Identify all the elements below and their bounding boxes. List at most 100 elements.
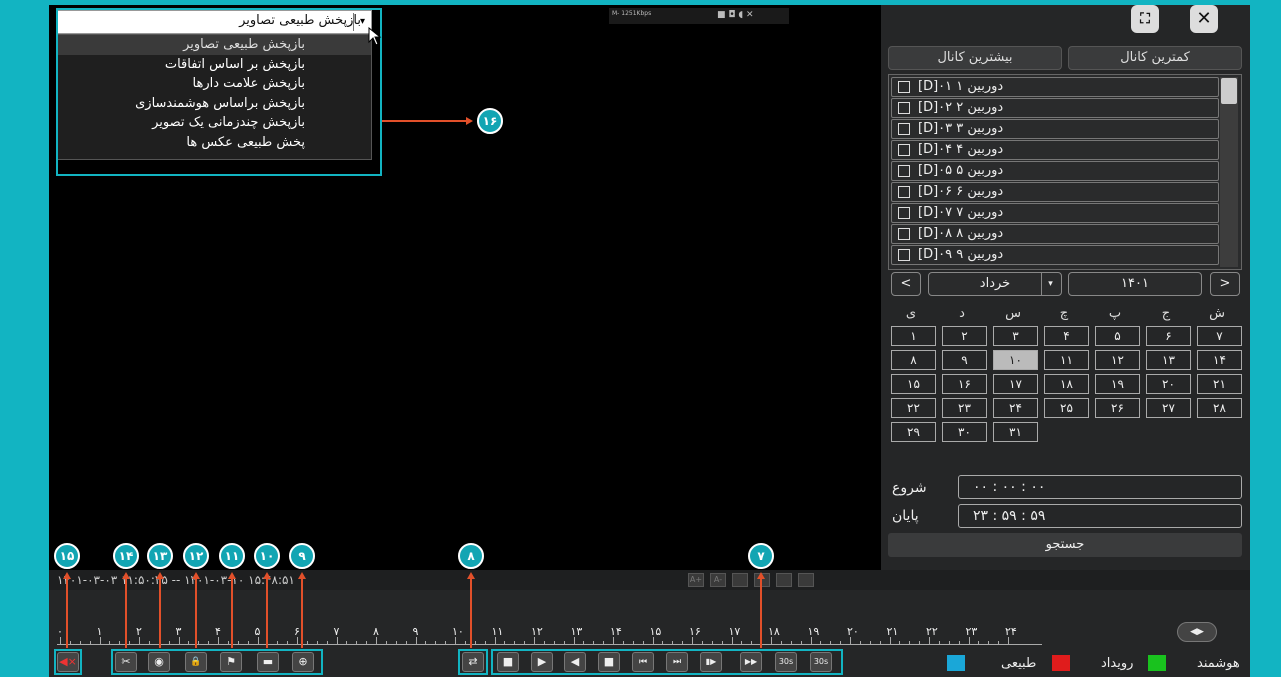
calendar-day[interactable]: ۸ [891, 350, 936, 370]
zoom-in-icon[interactable]: A+ [688, 573, 704, 587]
calendar-day[interactable]: ۱۹ [1095, 374, 1140, 394]
zoom-out-icon[interactable]: A- [710, 573, 726, 587]
zoom-icon[interactable]: ⊕ [292, 652, 314, 672]
calendar-day[interactable]: ۳۰ [942, 422, 987, 442]
legend-normal-swatch [947, 655, 965, 671]
channel-row[interactable]: [D]۰۳ دوربین ۳ [891, 119, 1219, 139]
tick-major [573, 637, 575, 644]
calendar-day[interactable]: ۱۷ [993, 374, 1038, 394]
tick-label: ۲۱ [886, 625, 899, 638]
channel-row[interactable]: [D]۰۲ دوربین ۲ [891, 98, 1219, 118]
stop-icon[interactable]: ■ [598, 652, 620, 672]
start-label: شروع [892, 480, 927, 496]
sync-icon[interactable]: ⇄ [462, 652, 484, 672]
checkbox[interactable] [898, 186, 910, 198]
scroll-thumb[interactable] [1221, 78, 1237, 104]
calendar-day[interactable]: ۱۲ [1095, 350, 1140, 370]
prev-month-button[interactable]: < [891, 272, 921, 296]
grid-icon[interactable] [732, 573, 748, 587]
calendar-day[interactable]: ۲۳ [942, 398, 987, 418]
calendar-day[interactable]: ۳ [993, 326, 1038, 346]
next-icon[interactable]: ⏭ [666, 652, 688, 672]
checkbox[interactable] [898, 228, 910, 240]
checkbox[interactable] [898, 102, 910, 114]
channel-row[interactable]: [D]۰۴ دوربین ۴ [891, 140, 1219, 160]
lock-icon[interactable]: 🔒 [185, 652, 207, 672]
next-month-button[interactable]: > [1210, 272, 1240, 296]
max-channel-button[interactable]: بیشترین کانال [888, 46, 1062, 70]
back-30s-icon[interactable]: 30s [775, 652, 797, 672]
marker-14: ۱۴ [113, 543, 139, 569]
grid-icon[interactable] [798, 573, 814, 587]
tick-label: ۲۴ [1005, 625, 1017, 638]
calendar-day[interactable]: ۲۸ [1197, 398, 1242, 418]
start-time-field[interactable]: ۰۰ : ۰۰ : ۰۰ [958, 475, 1242, 499]
channel-row[interactable]: [D]۰۹ دوربین ۹ [891, 245, 1219, 265]
channel-row[interactable]: [D]۰۱ دوربین ۱ [891, 77, 1219, 97]
channel-row[interactable]: [D]۰۷ دوربین ۷ [891, 203, 1219, 223]
calendar-day[interactable]: ۲۶ [1095, 398, 1140, 418]
tick-major [218, 637, 219, 644]
cut-icon[interactable]: ✂ [115, 652, 137, 672]
arrow [159, 578, 161, 648]
stop-all-icon[interactable]: ■ [497, 652, 519, 672]
marker-7: ۷ [748, 543, 774, 569]
channel-scrollbar[interactable] [1220, 77, 1238, 267]
tick-major [178, 637, 180, 644]
end-time-field[interactable]: ۲۳ : ۵۹ : ۵۹ [958, 504, 1242, 528]
chevron-down-icon[interactable]: ▾ [1041, 273, 1059, 295]
calendar-day[interactable]: ۲۵ [1044, 398, 1089, 418]
timeline-nav-icon[interactable]: ◀▶ [1177, 622, 1217, 642]
checkbox[interactable] [898, 207, 910, 219]
calendar-day[interactable]: ۱۵ [891, 374, 936, 394]
calendar-day[interactable]: ۲۰ [1146, 374, 1191, 394]
calendar-day[interactable]: ۲۹ [891, 422, 936, 442]
mute-icon[interactable]: ◀× [57, 652, 79, 672]
min-channel-button[interactable]: کمترین کانال [1068, 46, 1242, 70]
calendar-day[interactable]: ۱۴ [1197, 350, 1242, 370]
calendar-day[interactable]: ۲۴ [993, 398, 1038, 418]
reverse-icon[interactable]: ◀ [564, 652, 586, 672]
calendar-day[interactable]: ۱۶ [942, 374, 987, 394]
calendar-day[interactable]: ۲ [942, 326, 987, 346]
previous-icon[interactable]: ⏮ [632, 652, 654, 672]
month-select[interactable]: خرداد ▾ [928, 272, 1062, 296]
calendar-day[interactable]: ۴ [1044, 326, 1089, 346]
calendar-day[interactable]: ۵ [1095, 326, 1140, 346]
calendar-day[interactable]: ۱۱ [1044, 350, 1089, 370]
forward-30s-icon[interactable]: 30s [810, 652, 832, 672]
calendar-day[interactable]: ۳۱ [993, 422, 1038, 442]
search-button[interactable]: جستجو [888, 533, 1242, 557]
checkbox[interactable] [898, 165, 910, 177]
checkbox[interactable] [898, 144, 910, 156]
calendar-day[interactable]: ۱ [891, 326, 936, 346]
camera-icon[interactable]: ◉ [148, 652, 170, 672]
play-icon[interactable]: ▶ [531, 652, 553, 672]
fast-forward-icon[interactable]: ▶▶ [740, 652, 762, 672]
calendar-day[interactable]: ۹ [942, 350, 987, 370]
fullscreen-icon[interactable]: ⛶ [1131, 5, 1159, 33]
tick-major [929, 637, 930, 644]
checkbox[interactable] [898, 123, 910, 135]
grid-icon[interactable] [776, 573, 792, 587]
channel-row[interactable]: [D]۰۵ دوربین ۵ [891, 161, 1219, 181]
checkbox[interactable] [898, 81, 910, 93]
calendar-day[interactable]: ۱۸ [1044, 374, 1089, 394]
step-icon[interactable]: ▮▶ [700, 652, 722, 672]
close-icon[interactable]: ✕ [1190, 5, 1218, 33]
channel-row[interactable]: [D]۰۶ دوربین ۶ [891, 182, 1219, 202]
calendar-day[interactable]: ۲۷ [1146, 398, 1191, 418]
calendar-day[interactable]: ۱۳ [1146, 350, 1191, 370]
tick-major [613, 637, 614, 644]
channel-row[interactable]: [D]۰۸ دوربین ۸ [891, 224, 1219, 244]
flag-icon[interactable]: ⚑ [220, 652, 242, 672]
calendar-day[interactable]: ۲۱ [1197, 374, 1242, 394]
record-range-text: ۱۴۰۱-۰۳-۰۳ ۱۱:۵۰:۴۵ -- ۱۴۰۱-۰۳-۱۰ ۱۵:۴۸:… [57, 573, 295, 587]
calendar-day[interactable]: ۲۲ [891, 398, 936, 418]
calendar-day[interactable]: ۱۰ [993, 350, 1038, 370]
year-field[interactable]: ۱۴۰۱ [1068, 272, 1202, 296]
calendar-day[interactable]: ۶ [1146, 326, 1191, 346]
folder-icon[interactable]: ▬ [257, 652, 279, 672]
checkbox[interactable] [898, 249, 910, 261]
calendar-day[interactable]: ۷ [1197, 326, 1242, 346]
